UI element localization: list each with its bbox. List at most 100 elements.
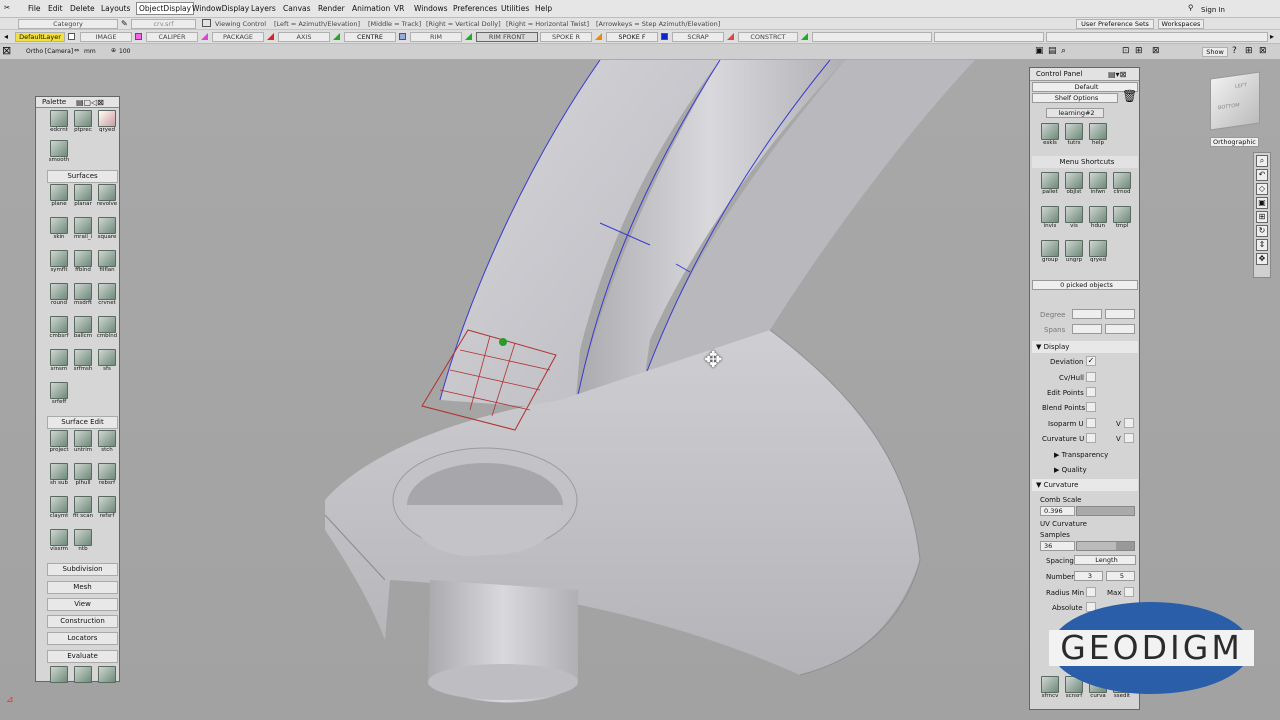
tool-objlst[interactable]: objlst bbox=[1062, 172, 1086, 202]
samples-field[interactable]: 36 bbox=[1040, 541, 1075, 551]
cmbsrf-icon[interactable] bbox=[50, 316, 68, 333]
degree-field-v[interactable] bbox=[1105, 309, 1135, 319]
track-icon[interactable]: ✥ bbox=[1256, 253, 1268, 265]
help-icon[interactable]: ? bbox=[1232, 46, 1237, 56]
tool-crvnet[interactable]: crvnet bbox=[95, 283, 119, 313]
project-icon[interactable] bbox=[50, 430, 68, 447]
comb-scale-field[interactable]: 0.396 bbox=[1040, 506, 1075, 516]
tool-stch[interactable]: stch bbox=[95, 430, 119, 460]
refsrf-icon[interactable] bbox=[98, 496, 116, 513]
tool-sh-sub[interactable]: sh sub bbox=[47, 463, 71, 493]
tool-pallet[interactable]: pallet bbox=[1038, 172, 1062, 202]
section-view[interactable]: View bbox=[47, 598, 118, 611]
picked-objects-field[interactable]: 0 picked objects bbox=[1032, 280, 1138, 290]
tool-srfeff[interactable]: srfeff bbox=[47, 382, 71, 412]
fit-scan-icon[interactable] bbox=[74, 496, 92, 513]
tool-group[interactable]: group bbox=[1038, 240, 1062, 270]
layer-empty[interactable] bbox=[934, 32, 1044, 42]
menu-layers[interactable]: Layers bbox=[251, 4, 276, 13]
deviation-checkbox[interactable]: ✓ bbox=[1086, 356, 1096, 366]
qryed-icon[interactable] bbox=[1089, 240, 1107, 257]
claymt-icon[interactable] bbox=[50, 496, 68, 513]
pick-icon[interactable]: ✎ bbox=[121, 19, 128, 28]
layer-rim[interactable]: RIM bbox=[410, 32, 462, 42]
mrail-i-icon[interactable] bbox=[74, 217, 92, 234]
view-cube-face-bottom[interactable]: BOTTOM bbox=[1218, 102, 1240, 111]
file-field[interactable]: crv.srf bbox=[131, 19, 196, 29]
show-button[interactable]: Show bbox=[1202, 47, 1228, 57]
tool-invis[interactable]: invis bbox=[1038, 206, 1062, 236]
vis-icon[interactable] bbox=[1065, 206, 1083, 223]
tool-skin[interactable]: skin bbox=[47, 217, 71, 247]
menu-render[interactable]: Render bbox=[318, 4, 345, 13]
maximize-icon[interactable]: ⊠ bbox=[1152, 46, 1160, 56]
tool-hdun[interactable]: hdun bbox=[1086, 206, 1110, 236]
dolly-icon[interactable]: ⇕ bbox=[1256, 239, 1268, 251]
shelf-tab-learning2[interactable]: learning#2 bbox=[1046, 108, 1104, 118]
layer-empty[interactable] bbox=[1046, 32, 1268, 42]
plhull-icon[interactable] bbox=[74, 463, 92, 480]
tool-tmpl[interactable]: tmpl bbox=[1110, 206, 1134, 236]
menu-help[interactable]: Help bbox=[535, 4, 552, 13]
workspaces-button[interactable]: Workspaces bbox=[1158, 19, 1204, 29]
ptprec-icon[interactable] bbox=[74, 110, 92, 127]
tool-square[interactable]: square bbox=[95, 217, 119, 247]
tool-revolve[interactable]: revolve bbox=[95, 184, 119, 214]
curvature-u-checkbox[interactable] bbox=[1086, 433, 1096, 443]
category-dropdown[interactable]: Category bbox=[18, 19, 118, 29]
tool-vis[interactable]: vis bbox=[1062, 206, 1086, 236]
menu-preferences[interactable]: Preferences bbox=[453, 4, 497, 13]
undo-view-icon[interactable]: ↶ bbox=[1256, 169, 1268, 181]
spans-field-v[interactable] bbox=[1105, 324, 1135, 334]
edit-points-checkbox[interactable] bbox=[1086, 387, 1096, 397]
tmpl-icon[interactable] bbox=[1113, 206, 1131, 223]
layer-empty[interactable] bbox=[812, 32, 932, 42]
close-icon[interactable]: ⊠ bbox=[1259, 46, 1267, 56]
menu-delete[interactable]: Delete bbox=[70, 4, 95, 13]
srfeff-icon[interactable] bbox=[50, 382, 68, 399]
isoparm-u-checkbox[interactable] bbox=[1086, 418, 1096, 428]
layer-spoke-f[interactable]: SPOKE F bbox=[606, 32, 658, 42]
spacing-dropdown[interactable]: Length bbox=[1074, 555, 1136, 565]
crvnet-icon[interactable] bbox=[98, 283, 116, 300]
evaluate-tool-icon[interactable] bbox=[98, 666, 116, 683]
evaluate-tool-icon[interactable] bbox=[74, 666, 92, 683]
group-icon[interactable] bbox=[1041, 240, 1059, 257]
tool-round[interactable]: round bbox=[47, 283, 71, 313]
skin-icon[interactable] bbox=[50, 217, 68, 234]
rebsrf-icon[interactable] bbox=[98, 463, 116, 480]
tool-sfs[interactable]: sfs bbox=[95, 349, 119, 379]
tool-cmbsrf[interactable]: cmbsrf bbox=[47, 316, 71, 346]
section-mesh[interactable]: Mesh bbox=[47, 581, 118, 594]
srnsrn-icon[interactable] bbox=[50, 349, 68, 366]
view-grid-icon[interactable]: ⊞ bbox=[1135, 46, 1143, 56]
tool-ungrp[interactable]: ungrp bbox=[1062, 240, 1086, 270]
number-field-a[interactable]: 3 bbox=[1074, 571, 1103, 581]
blend-points-checkbox[interactable] bbox=[1086, 402, 1096, 412]
ungrp-icon[interactable] bbox=[1065, 240, 1083, 257]
number-field-b[interactable]: 5 bbox=[1106, 571, 1135, 581]
fit-icon[interactable]: ⊡ bbox=[1122, 46, 1130, 56]
frame-icon[interactable]: ▣ bbox=[1256, 197, 1268, 209]
grid-icon[interactable]: ⊞ bbox=[1256, 211, 1268, 223]
tool-msdrft[interactable]: msdrft bbox=[71, 283, 95, 313]
tool-eskls[interactable]: eskls bbox=[1038, 123, 1062, 153]
menu-objectdisplay[interactable]: ObjectDisplay bbox=[136, 2, 195, 15]
square-icon[interactable] bbox=[98, 217, 116, 234]
degree-field[interactable] bbox=[1072, 309, 1102, 319]
cmblnd-icon[interactable] bbox=[98, 316, 116, 333]
tool-plane[interactable]: plane bbox=[47, 184, 71, 214]
eskls-icon[interactable] bbox=[1041, 123, 1059, 140]
tool-ffblnd[interactable]: ffblnd bbox=[71, 250, 95, 280]
stch-icon[interactable] bbox=[98, 430, 116, 447]
menu-vr[interactable]: VR bbox=[394, 4, 404, 13]
layer-constrct[interactable]: CONSTRCT bbox=[738, 32, 798, 42]
menu-animation[interactable]: Animation bbox=[352, 4, 390, 13]
menu-layouts[interactable]: Layouts bbox=[101, 4, 130, 13]
curvature-section[interactable]: ▼ Curvature bbox=[1032, 479, 1138, 491]
tool-ballcrn[interactable]: ballcrn bbox=[71, 316, 95, 346]
ntb-icon[interactable] bbox=[74, 529, 92, 546]
layer-defaultlayer[interactable]: DefaultLayer bbox=[15, 32, 65, 42]
revolve-icon[interactable] bbox=[98, 184, 116, 201]
menu-file[interactable]: File bbox=[28, 4, 41, 13]
